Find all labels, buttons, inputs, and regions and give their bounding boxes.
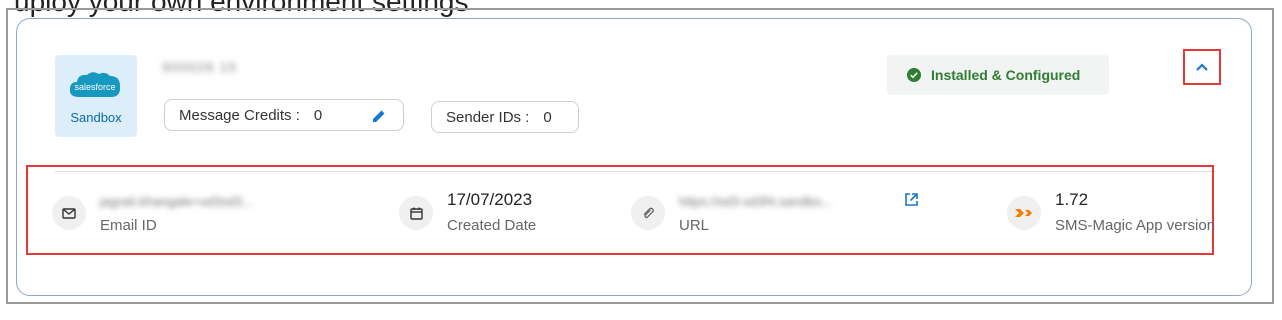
org-name: 900026 15 <box>162 59 238 75</box>
sender-ids-value: 0 <box>543 108 552 126</box>
edit-icon[interactable] <box>371 108 387 124</box>
mail-icon <box>52 196 86 230</box>
message-credits-label: Message Credits : <box>179 106 300 124</box>
app-version-value: 1.72 <box>1055 190 1089 209</box>
external-link-icon[interactable] <box>904 192 919 207</box>
chevron-up-icon <box>1196 63 1208 71</box>
email-label: Email ID <box>100 217 157 234</box>
salesforce-cloud-icon: salesforce <box>69 72 121 97</box>
salesforce-logo-tile: salesforce Sandbox <box>55 55 137 137</box>
environment-label: Sandbox <box>70 110 122 125</box>
calendar-icon <box>399 196 433 230</box>
sms-magic-icon <box>1007 196 1041 230</box>
app-version-label: SMS-Magic App version <box>1055 217 1216 234</box>
created-date-value: 17/07/2023 <box>447 190 533 209</box>
sender-ids-label: Sender IDs : <box>446 108 530 126</box>
sender-ids-pill: Sender IDs : 0 <box>431 101 579 133</box>
message-credits-value: 0 <box>313 106 323 124</box>
salesforce-logo-text: salesforce <box>74 82 115 92</box>
status-badge: Installed & Configured <box>887 55 1109 95</box>
url-value: https://sd3-sd3f4.sandbo... <box>679 194 833 209</box>
status-text: Installed & Configured <box>931 67 1081 83</box>
url-label: URL <box>679 217 710 234</box>
created-date-label: Created Date <box>447 217 537 234</box>
email-value: jagrati.bhangale+sd3sd3... <box>100 194 253 209</box>
message-credits-pill: Message Credits : 0 <box>164 99 404 131</box>
collapse-button[interactable] <box>1183 49 1221 85</box>
paperclip-icon <box>631 196 665 230</box>
check-circle-icon <box>907 68 921 82</box>
